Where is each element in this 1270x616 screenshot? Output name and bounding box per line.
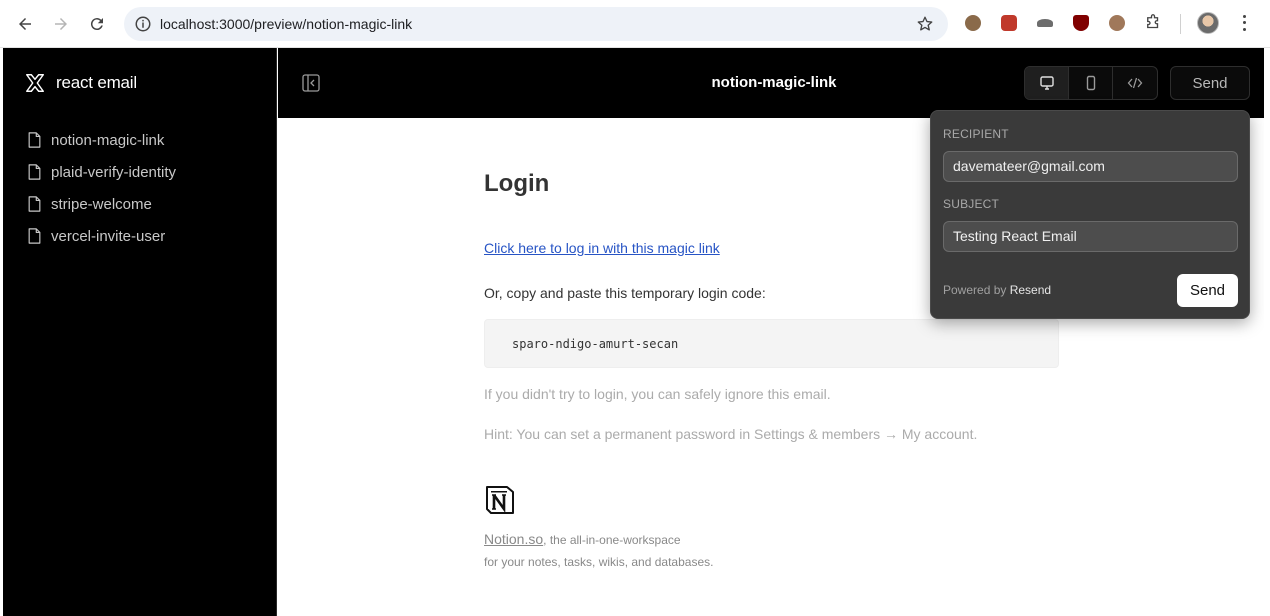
preview-topbar: notion-magic-link Send	[278, 48, 1270, 118]
recipient-label: RECIPIENT	[943, 127, 1009, 141]
sidebar-item-label: stripe-welcome	[51, 195, 152, 213]
mobile-icon	[1086, 75, 1095, 91]
powered-by: Powered by Resend	[943, 283, 1051, 297]
login-code-box: sparo-ndigo-amurt-secan	[484, 319, 1059, 368]
browser-menu-icon[interactable]	[1236, 13, 1252, 33]
desktop-view-button[interactable]	[1025, 67, 1069, 99]
browser-window: localhost:3000/preview/notion-magic-link…	[0, 0, 1270, 616]
profile-avatar[interactable]	[1197, 12, 1219, 34]
subject-label: SUBJECT	[943, 197, 1000, 211]
react-email-logo-icon	[26, 74, 44, 92]
sidebar-item-label: plaid-verify-identity	[51, 163, 177, 181]
extension-sneaker-icon[interactable]	[1035, 13, 1055, 33]
address-bar[interactable]: localhost:3000/preview/notion-magic-link	[124, 7, 948, 41]
extension-cookie-icon[interactable]	[963, 13, 983, 33]
brand-name: react email	[56, 73, 137, 92]
file-icon	[28, 164, 41, 180]
ignore-note: If you didn't try to login, you can safe…	[484, 386, 831, 402]
popover-send-button[interactable]: Send	[1177, 274, 1238, 307]
sidebar-item-label: notion-magic-link	[51, 131, 165, 149]
template-list: notion-magic-link plaid-verify-identity …	[27, 124, 176, 252]
hint-note: Hint: You can set a permanent password i…	[484, 426, 978, 442]
sidebar-item-plaid-verify-identity[interactable]: plaid-verify-identity	[27, 156, 176, 188]
code-icon	[1127, 77, 1143, 89]
footer-tagline: , the all-in-one-workspace	[543, 533, 681, 547]
code-view-button[interactable]	[1113, 67, 1157, 99]
login-code: sparo-ndigo-amurt-secan	[512, 337, 679, 351]
browser-toolbar: localhost:3000/preview/notion-magic-link	[0, 0, 1270, 48]
forward-icon[interactable]	[49, 12, 73, 36]
site-info-icon[interactable]	[134, 15, 152, 33]
url-text: localhost:3000/preview/notion-magic-link	[160, 16, 413, 32]
sidebar-item-label: vercel-invite-user	[51, 227, 166, 245]
resend-brand-link[interactable]: Resend	[1010, 283, 1051, 297]
send-button[interactable]: Send	[1170, 66, 1250, 100]
ublock-icon[interactable]	[1071, 13, 1091, 33]
desktop-icon	[1039, 76, 1054, 90]
email-heading: Login	[484, 170, 550, 197]
reload-icon[interactable]	[85, 12, 109, 36]
mobile-view-button[interactable]	[1069, 67, 1113, 99]
toolbar-divider	[1180, 14, 1181, 34]
file-icon	[28, 228, 41, 244]
notion-footer-link[interactable]: Notion.so	[484, 531, 543, 547]
notion-logo-icon	[486, 486, 514, 514]
file-icon	[28, 132, 41, 148]
footer-line-2: for your notes, tasks, wikis, and databa…	[484, 555, 714, 569]
background-window-edge-right	[1264, 48, 1270, 616]
bookmark-star-icon[interactable]	[916, 15, 934, 33]
extension-dots-icon[interactable]	[999, 13, 1019, 33]
powered-by-prefix: Powered by	[943, 283, 1007, 297]
footer-line-1: Notion.so, the all-in-one-workspace	[484, 531, 681, 547]
subject-input[interactable]: Testing React Email	[943, 221, 1238, 252]
sidebar: react email notion-magic-link plaid-veri…	[3, 48, 277, 616]
extension-cookie2-icon[interactable]	[1107, 13, 1127, 33]
sidebar-item-notion-magic-link[interactable]: notion-magic-link	[27, 124, 176, 156]
sidebar-item-vercel-invite-user[interactable]: vercel-invite-user	[27, 220, 176, 252]
sidebar-item-stripe-welcome[interactable]: stripe-welcome	[27, 188, 176, 220]
extensions-puzzle-icon[interactable]	[1143, 13, 1163, 33]
recipient-input[interactable]: davemateer@gmail.com	[943, 151, 1238, 182]
magic-link[interactable]: Click here to log in with this magic lin…	[484, 240, 720, 256]
view-mode-toggle	[1024, 66, 1158, 100]
file-icon	[28, 196, 41, 212]
back-icon[interactable]	[13, 12, 37, 36]
copy-instruction: Or, copy and paste this temporary login …	[484, 285, 766, 301]
brand-logo: react email	[24, 72, 137, 94]
send-email-popover: RECIPIENT davemateer@gmail.com SUBJECT T…	[930, 110, 1250, 319]
